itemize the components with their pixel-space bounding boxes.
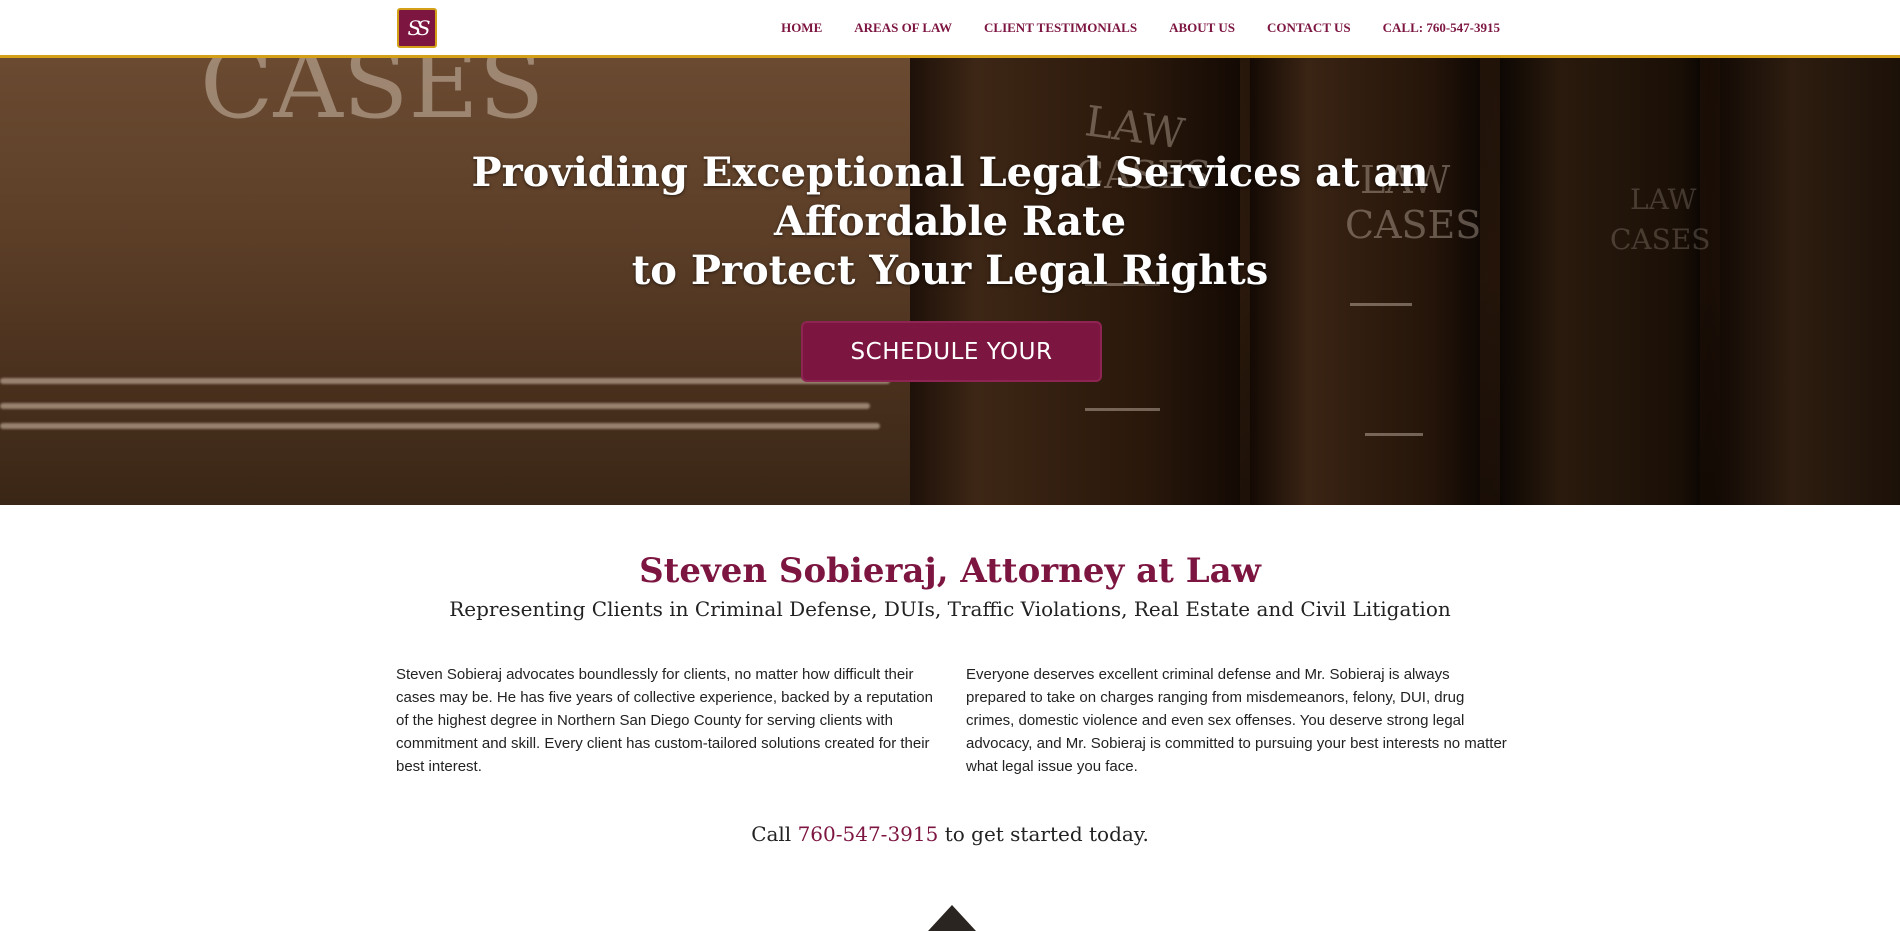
- call-prefix: Call: [751, 822, 792, 846]
- call-phone-link[interactable]: 760-547-3915: [798, 822, 939, 846]
- practice-areas-subtitle: Representing Clients in Criminal Defense…: [449, 597, 1451, 621]
- nav-call-phone[interactable]: CALL: 760-547-3915: [1383, 20, 1500, 36]
- site-header: SS HOME AREAS OF LAW CLIENT TESTIMONIALS…: [0, 0, 1900, 58]
- hero-title: Providing Exceptional Legal Services at …: [350, 148, 1550, 295]
- intro-text-right: Everyone deserves excellent criminal def…: [966, 666, 1507, 775]
- hero-title-line2: to Protect Your Legal Rights: [631, 247, 1269, 294]
- nav-contact-us[interactable]: CONTACT US: [1267, 20, 1351, 36]
- hero-book-spine: [1720, 58, 1900, 505]
- hero-title-line1: Providing Exceptional Legal Services at …: [471, 149, 1429, 245]
- intro-text-left: Steven Sobieraj advocates boundlessly fo…: [396, 666, 933, 775]
- scroll-up-arrow-icon[interactable]: [928, 905, 976, 931]
- nav-about-us[interactable]: ABOUT US: [1169, 20, 1235, 36]
- hero-bg-word: CASES: [200, 58, 545, 140]
- hero-bg-rule: [1350, 303, 1412, 306]
- hero-banner: CASES LAW CASES LAW CASES LAW CASES Prov…: [0, 58, 1900, 505]
- hero-shelf-line: [0, 423, 880, 429]
- schedule-button[interactable]: SCHEDULE YOUR: [801, 321, 1102, 382]
- hero-bg-rule: [1365, 433, 1423, 436]
- call-to-action-text: Call 760-547-3915 to get started today.: [0, 820, 1900, 848]
- hero-shelf-line: [0, 403, 870, 409]
- logo-monogram: SS: [407, 16, 430, 40]
- nav-home[interactable]: HOME: [781, 20, 822, 36]
- hero-bg-word: CASES: [1610, 223, 1711, 256]
- hero-bg-rule: [1085, 408, 1160, 411]
- attorney-heading: Steven Sobieraj, Attorney at Law: [639, 551, 1261, 591]
- nav-areas-of-law[interactable]: AREAS OF LAW: [854, 20, 952, 36]
- logo[interactable]: SS: [397, 8, 437, 48]
- call-suffix: to get started today.: [944, 822, 1149, 846]
- hero-shelf-line: [0, 378, 890, 384]
- nav-client-testimonials[interactable]: CLIENT TESTIMONIALS: [984, 20, 1137, 36]
- hero-bg-word: LAW: [1630, 183, 1697, 216]
- main-nav: HOME AREAS OF LAW CLIENT TESTIMONIALS AB…: [749, 0, 1500, 56]
